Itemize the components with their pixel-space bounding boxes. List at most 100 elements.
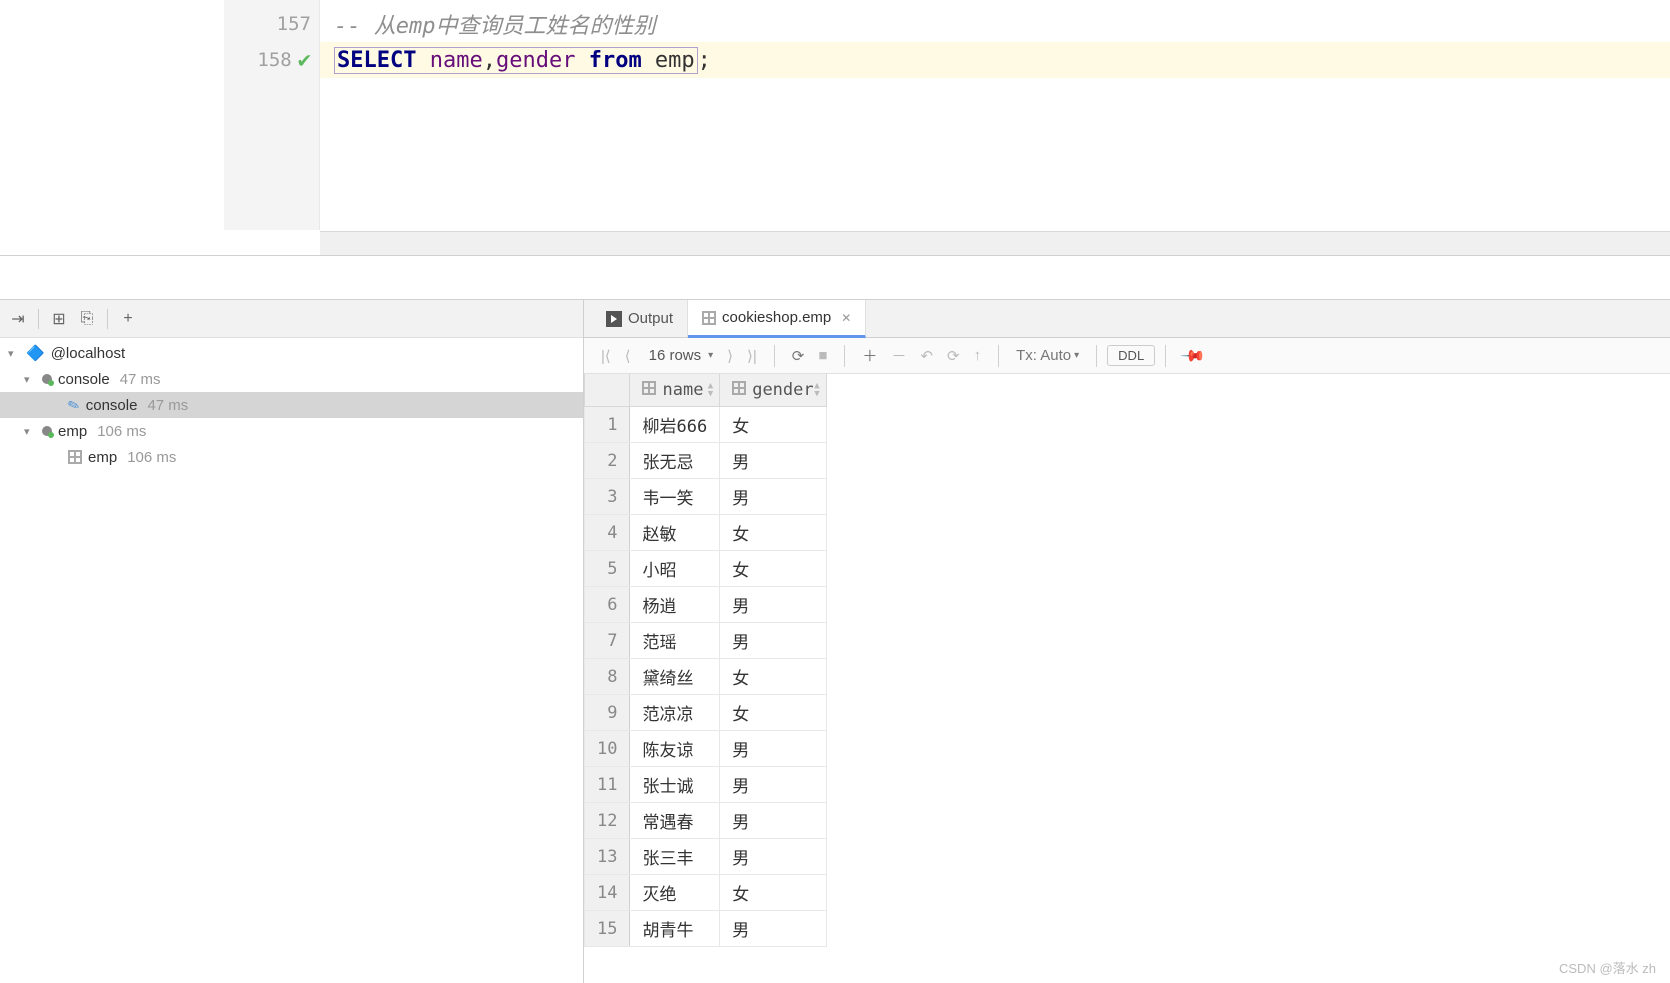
cell-name[interactable]: 小昭 (630, 551, 720, 587)
commit-button[interactable]: ↑ (967, 344, 989, 367)
tx-mode-dropdown[interactable]: Tx: Auto ▾ (1009, 344, 1086, 367)
tree-item[interactable]: ▾emp106 ms (0, 418, 583, 444)
cell-name[interactable]: 张三丰 (630, 839, 720, 875)
cell-name[interactable]: 范凉凉 (630, 695, 720, 731)
code-line[interactable]: SELECT name,gender from emp; (320, 42, 1670, 78)
cell-name[interactable]: 韦一笑 (630, 479, 720, 515)
table-row[interactable]: 3韦一笑男 (585, 479, 827, 515)
table-row[interactable]: 9范凉凉女 (585, 695, 827, 731)
collapse-icon[interactable]: ⇥ (6, 307, 30, 331)
column-header-name[interactable]: name▲▼ (630, 374, 720, 407)
cell-name[interactable]: 胡青牛 (630, 911, 720, 947)
chevron-down-icon: ▾ (708, 350, 713, 361)
status-dot-icon (42, 374, 52, 384)
cell-gender[interactable]: 男 (720, 731, 826, 767)
column-header-gender[interactable]: gender▲▼ (720, 374, 826, 407)
last-page-button[interactable]: ⟩| (740, 344, 764, 368)
watermark: CSDN @落水 zh (1559, 958, 1656, 977)
cell-gender[interactable]: 男 (720, 443, 826, 479)
row-number: 13 (585, 839, 630, 875)
reload-button[interactable]: ⟳ (785, 344, 812, 368)
cell-gender[interactable]: 男 (720, 911, 826, 947)
table-row[interactable]: 10陈友谅男 (585, 731, 827, 767)
table-row[interactable]: 15胡青牛男 (585, 911, 827, 947)
ddl-button[interactable]: DDL (1107, 345, 1155, 366)
table-row[interactable]: 2张无忌男 (585, 443, 827, 479)
cell-gender[interactable]: 男 (720, 803, 826, 839)
gutter-line[interactable]: 158✔ (224, 42, 319, 78)
table-row[interactable]: 11张士诚男 (585, 767, 827, 803)
tab-table[interactable]: cookieshop.emp ✕ (688, 300, 866, 338)
cell-gender[interactable]: 女 (720, 551, 826, 587)
cell-name[interactable]: 杨逍 (630, 587, 720, 623)
tree-item[interactable]: ✎console47 ms (0, 392, 583, 418)
cell-gender[interactable]: 男 (720, 587, 826, 623)
cell-gender[interactable]: 女 (720, 695, 826, 731)
results-grid-wrapper[interactable]: name▲▼gender▲▼ 1柳岩666女2张无忌男3韦一笑男4赵敏女5小昭女… (584, 374, 1670, 983)
code-line[interactable]: -- 从emp中查询员工姓名的性别 (320, 6, 1670, 42)
tree-item-time: 47 ms (120, 371, 161, 388)
cell-gender[interactable]: 女 (720, 875, 826, 911)
cell-gender[interactable]: 女 (720, 659, 826, 695)
table-row[interactable]: 8黛绮丝女 (585, 659, 827, 695)
tree-item[interactable]: emp106 ms (0, 444, 583, 470)
layout-icon[interactable]: ⎘ (75, 307, 99, 331)
table-row[interactable]: 6杨逍男 (585, 587, 827, 623)
cell-name[interactable]: 灭绝 (630, 875, 720, 911)
table-row[interactable]: 13张三丰男 (585, 839, 827, 875)
cell-name[interactable]: 黛绮丝 (630, 659, 720, 695)
delete-row-button[interactable]: － (884, 342, 913, 369)
cell-name[interactable]: 陈友谅 (630, 731, 720, 767)
tab-output[interactable]: Output (592, 300, 688, 337)
cell-gender[interactable]: 女 (720, 407, 826, 443)
cell-gender[interactable]: 男 (720, 623, 826, 659)
rownum-header[interactable] (585, 374, 630, 407)
table-row[interactable]: 12常遇春男 (585, 803, 827, 839)
cell-gender[interactable]: 男 (720, 479, 826, 515)
add-icon[interactable]: + (116, 307, 140, 331)
results-toolbar: |⟨ ⟨ 16 rows ▾ ⟩ ⟩| ⟳ ■ ＋ － ↶ ⟳ ↑ Tx: Au… (584, 338, 1670, 374)
separator (1165, 345, 1166, 367)
gutter-line[interactable]: 157 (224, 6, 319, 42)
cell-gender[interactable]: 男 (720, 839, 826, 875)
rows-dropdown[interactable]: 16 rows ▾ (638, 344, 721, 367)
cell-name[interactable]: 范瑶 (630, 623, 720, 659)
cell-name[interactable]: 张士诚 (630, 767, 720, 803)
cell-name[interactable]: 张无忌 (630, 443, 720, 479)
separator (107, 309, 108, 329)
pin-icon[interactable]: 📌 (1172, 334, 1214, 376)
code-area[interactable]: -- 从emp中查询员工姓名的性别SELECT name,gender from… (320, 0, 1670, 255)
row-number: 8 (585, 659, 630, 695)
row-number: 15 (585, 911, 630, 947)
add-row-button[interactable]: ＋ (855, 342, 884, 369)
close-icon[interactable]: ✕ (841, 311, 851, 325)
tree-root[interactable]: ▾ 🔷 @localhost (0, 340, 583, 366)
cell-name[interactable]: 柳岩666 (630, 407, 720, 443)
next-page-button[interactable]: ⟩ (720, 344, 740, 368)
sort-icon[interactable]: ▲▼ (708, 382, 713, 398)
table-row[interactable]: 1柳岩666女 (585, 407, 827, 443)
prev-page-button[interactable]: ⟨ (618, 344, 638, 368)
cell-gender[interactable]: 女 (720, 515, 826, 551)
tree-item[interactable]: ▾console47 ms (0, 366, 583, 392)
cell-name[interactable]: 赵敏 (630, 515, 720, 551)
row-number: 7 (585, 623, 630, 659)
grid-view-icon[interactable]: ⊞ (47, 307, 71, 331)
column-icon (732, 381, 746, 395)
chevron-down-icon: ▾ (1074, 350, 1079, 361)
row-number: 1 (585, 407, 630, 443)
cell-name[interactable]: 常遇春 (630, 803, 720, 839)
first-page-button[interactable]: |⟨ (594, 344, 618, 368)
table-row[interactable]: 14灭绝女 (585, 875, 827, 911)
services-pane: ⇥ ⊞ ⎘ + ▾ 🔷 @localhost ▾console47 ms✎con… (0, 300, 584, 983)
table-row[interactable]: 5小昭女 (585, 551, 827, 587)
stop-button[interactable]: ■ (811, 344, 834, 367)
refresh-button[interactable]: ⟳ (940, 344, 967, 368)
table-row[interactable]: 7范瑶男 (585, 623, 827, 659)
sort-icon[interactable]: ▲▼ (814, 382, 819, 398)
horizontal-scrollbar[interactable] (320, 231, 1670, 255)
row-number: 11 (585, 767, 630, 803)
table-row[interactable]: 4赵敏女 (585, 515, 827, 551)
cell-gender[interactable]: 男 (720, 767, 826, 803)
revert-button[interactable]: ↶ (913, 344, 940, 368)
